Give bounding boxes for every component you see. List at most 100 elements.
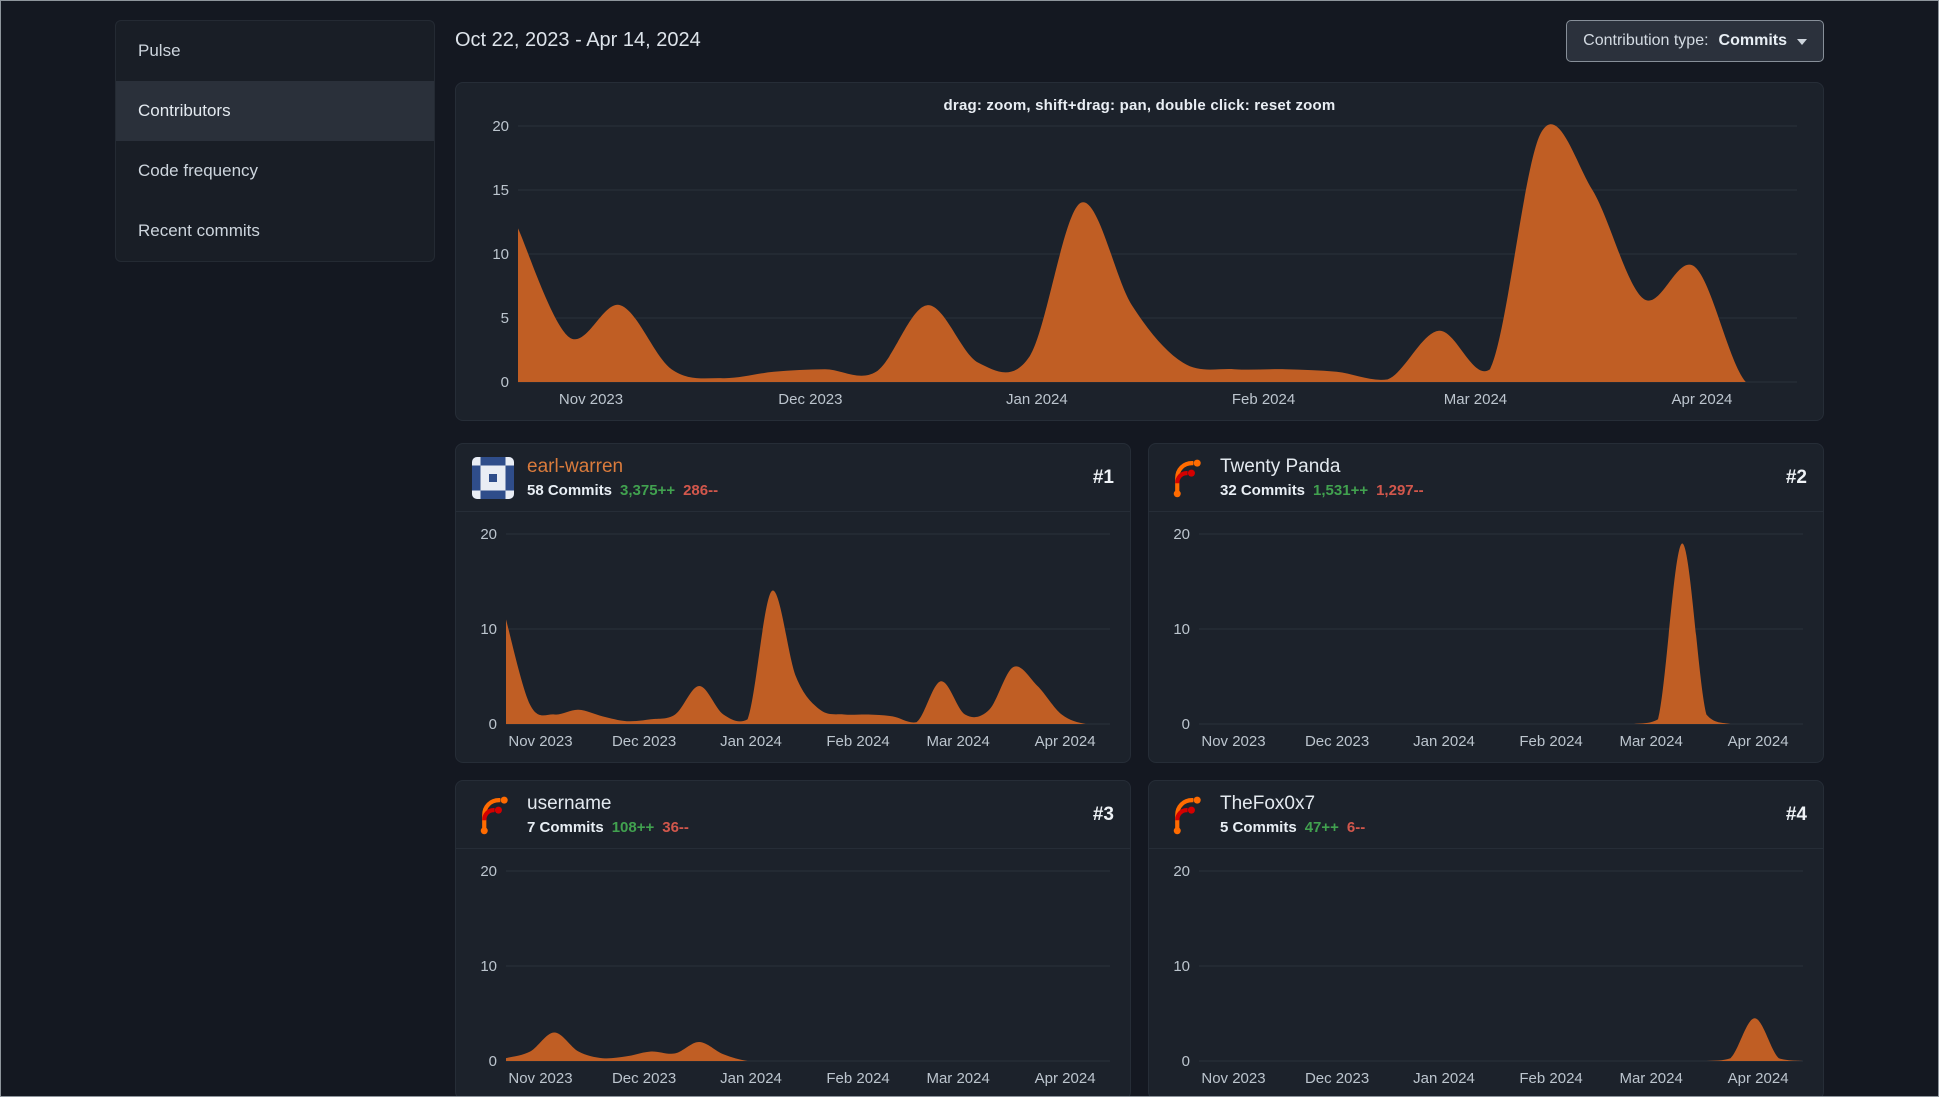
contributor-activity-chart[interactable]: 0 10 20 Nov 2023 Dec 2023 Jan 2024 Feb 2024 Mar…: [1161, 861, 1811, 1091]
contributors-page: Pulse Contributors Code frequency Recent…: [0, 0, 1939, 1097]
contributor-name: username: [527, 793, 612, 814]
svg-text:Mar 2024: Mar 2024: [1444, 391, 1507, 408]
svg-text:10: 10: [480, 621, 497, 638]
svg-text:Apr 2024: Apr 2024: [1035, 733, 1096, 750]
contributor-rank: #3: [1092, 803, 1114, 825]
svg-text:Dec 2023: Dec 2023: [1305, 1070, 1369, 1087]
commit-count: 32 Commits: [1220, 482, 1306, 499]
contributor-activity-chart[interactable]: 0 10 20 Nov 2023 Dec 2023 Jan 2024 Feb 2024 Mar…: [468, 524, 1118, 754]
contributor-name: Twenty Panda: [1220, 456, 1341, 477]
contributor-card-header: Twenty Panda 32 Commits 1,531++ 1,297-- …: [1149, 444, 1823, 512]
deletions-count: 6--: [1346, 819, 1366, 836]
contributor-stats: 7 Commits 108++ 36--: [527, 819, 1080, 836]
activity-sidebar-menu: Pulse Contributors Code frequency Recent…: [115, 20, 435, 262]
sidebar-item-recent-commits[interactable]: Recent commits: [116, 201, 434, 261]
svg-text:10: 10: [480, 958, 497, 975]
svg-text:Nov 2023: Nov 2023: [508, 733, 572, 750]
contributor-card-body: 0 10 20 Nov 2023 Dec 2023 Jan 2024 Feb 2024 Mar…: [456, 849, 1130, 1096]
additions-count: 3,375++: [620, 482, 676, 499]
contributor-info: Twenty Panda 32 Commits 1,531++ 1,297--: [1220, 456, 1773, 499]
svg-text:Jan 2024: Jan 2024: [1413, 1070, 1475, 1087]
chart-zoom-hint: drag: zoom, shift+drag: pan, double clic…: [943, 97, 1336, 114]
dropdown-caret-icon: [1797, 39, 1807, 45]
svg-text:Nov 2023: Nov 2023: [1201, 1070, 1265, 1087]
forgejo-logo-icon: [472, 794, 514, 836]
contributor-rank: #4: [1785, 803, 1807, 825]
sidebar-item-pulse[interactable]: Pulse: [116, 21, 434, 81]
svg-text:Feb 2024: Feb 2024: [1519, 1070, 1582, 1087]
svg-text:Apr 2024: Apr 2024: [1672, 391, 1733, 408]
svg-text:20: 20: [480, 526, 497, 543]
sidebar-item-code-frequency[interactable]: Code frequency: [116, 141, 434, 201]
forgejo-logo-icon: [1165, 457, 1207, 499]
svg-text:Feb 2024: Feb 2024: [1232, 391, 1295, 408]
svg-text:Jan 2024: Jan 2024: [720, 733, 782, 750]
svg-text:Nov 2023: Nov 2023: [1201, 733, 1265, 750]
svg-text:Feb 2024: Feb 2024: [826, 1070, 889, 1087]
contribution-type-label: Contribution type:: [1583, 32, 1709, 49]
contributor-info: username 7 Commits 108++ 36--: [527, 793, 1080, 836]
svg-text:Mar 2024: Mar 2024: [1619, 733, 1682, 750]
commit-count: 58 Commits: [527, 482, 613, 499]
deletions-count: 286--: [683, 482, 719, 499]
contributor-name-link[interactable]: earl-warren: [527, 456, 1080, 478]
svg-text:10: 10: [1173, 958, 1190, 975]
svg-text:Feb 2024: Feb 2024: [1519, 733, 1582, 750]
deletions-count: 1,297--: [1376, 482, 1424, 499]
svg-text:Dec 2023: Dec 2023: [1305, 733, 1369, 750]
svg-text:Mar 2024: Mar 2024: [926, 1070, 989, 1087]
svg-text:20: 20: [1173, 863, 1190, 880]
svg-text:Jan 2024: Jan 2024: [1006, 391, 1068, 408]
contributor-cards-grid: earl-warren 58 Commits 3,375++ 286-- #1 …: [455, 443, 1824, 1096]
contributor-activity-chart[interactable]: 0 10 20 Nov 2023 Dec 2023 Jan 2024 Feb 2024 Mar…: [468, 861, 1118, 1091]
svg-text:20: 20: [1173, 526, 1190, 543]
additions-count: 108++: [611, 819, 655, 836]
svg-text:Jan 2024: Jan 2024: [1413, 733, 1475, 750]
svg-text:Feb 2024: Feb 2024: [826, 733, 889, 750]
contributor-stats: 58 Commits 3,375++ 286--: [527, 482, 1080, 499]
avatar: [472, 456, 514, 499]
contribution-type-value: Commits: [1718, 32, 1787, 49]
commit-count: 7 Commits: [527, 819, 604, 836]
commit-count: 5 Commits: [1220, 819, 1297, 836]
contributor-card: username 7 Commits 108++ 36-- #3 0 10 20 No…: [455, 780, 1131, 1096]
contributor-info: earl-warren 58 Commits 3,375++ 286--: [527, 456, 1080, 499]
svg-text:Dec 2023: Dec 2023: [612, 733, 676, 750]
overall-activity-panel: drag: zoom, shift+drag: pan, double clic…: [455, 82, 1824, 421]
svg-text:Mar 2024: Mar 2024: [1619, 1070, 1682, 1087]
svg-text:10: 10: [492, 246, 509, 263]
contribution-type-dropdown[interactable]: Contribution type: Commits: [1566, 20, 1824, 62]
contributor-stats: 32 Commits 1,531++ 1,297--: [1220, 482, 1773, 499]
additions-count: 1,531++: [1313, 482, 1369, 499]
contributor-card-body: 0 10 20 Nov 2023 Dec 2023 Jan 2024 Feb 2024 Mar…: [456, 512, 1130, 762]
svg-text:Jan 2024: Jan 2024: [720, 1070, 782, 1087]
contributor-activity-chart[interactable]: 0 10 20 Nov 2023 Dec 2023 Jan 2024 Feb 2024 Mar…: [1161, 524, 1811, 754]
contributor-card: TheFox0x7 5 Commits 47++ 6-- #4 0 10 20 Nov…: [1148, 780, 1824, 1096]
svg-text:0: 0: [1182, 716, 1190, 733]
svg-text:Nov 2023: Nov 2023: [559, 391, 623, 408]
contributor-rank: #1: [1092, 466, 1114, 488]
contributor-card-header: username 7 Commits 108++ 36-- #3: [456, 781, 1130, 849]
svg-text:0: 0: [489, 1053, 497, 1070]
contributor-info: TheFox0x7 5 Commits 47++ 6--: [1220, 793, 1773, 836]
additions-count: 47++: [1304, 819, 1339, 836]
contributor-name: TheFox0x7: [1220, 793, 1316, 814]
svg-text:0: 0: [489, 716, 497, 733]
svg-text:0: 0: [1182, 1053, 1190, 1070]
svg-text:5: 5: [501, 310, 509, 327]
contributor-card: Twenty Panda 32 Commits 1,531++ 1,297-- …: [1148, 443, 1824, 763]
content-header: Oct 22, 2023 - Apr 14, 2024 Contribution…: [455, 20, 1824, 64]
main-activity-chart[interactable]: 0 5 10 15 20 Nov 2023 Dec 2023 Jan 2024 Feb 2024…: [474, 116, 1805, 412]
svg-text:Apr 2024: Apr 2024: [1035, 1070, 1096, 1087]
svg-text:Nov 2023: Nov 2023: [508, 1070, 572, 1087]
main-content: Oct 22, 2023 - Apr 14, 2024 Contribution…: [455, 20, 1824, 1096]
contributor-card-header: earl-warren 58 Commits 3,375++ 286-- #1: [456, 444, 1130, 512]
date-range-title: Oct 22, 2023 - Apr 14, 2024: [455, 29, 701, 51]
sidebar-item-contributors[interactable]: Contributors: [116, 81, 434, 141]
contributor-rank: #2: [1785, 466, 1807, 488]
deletions-count: 36--: [662, 819, 689, 836]
contributor-card: earl-warren 58 Commits 3,375++ 286-- #1 …: [455, 443, 1131, 763]
svg-text:15: 15: [492, 182, 509, 199]
svg-text:Apr 2024: Apr 2024: [1728, 1070, 1789, 1087]
contributor-card-header: TheFox0x7 5 Commits 47++ 6-- #4: [1149, 781, 1823, 849]
